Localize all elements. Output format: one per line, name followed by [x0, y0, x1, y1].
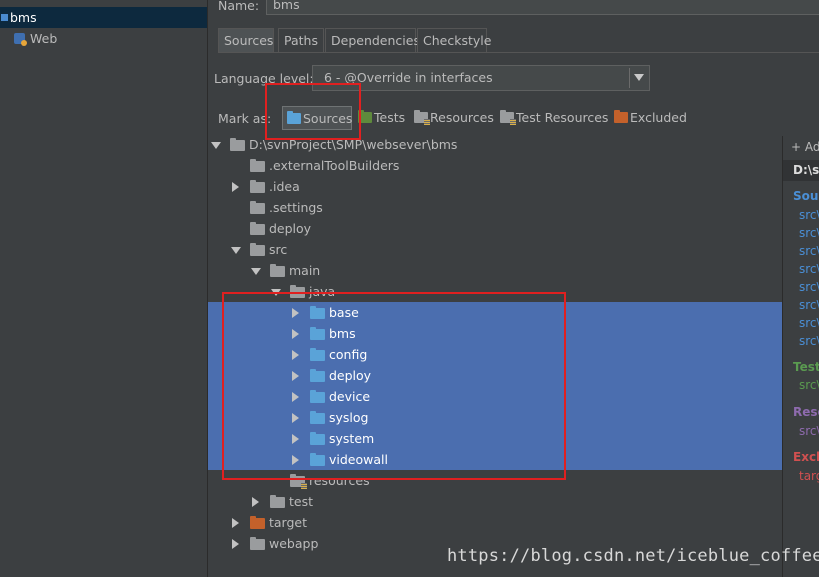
mark-tests-button[interactable]: Tests	[356, 106, 408, 130]
tab-dependencies[interactable]: Dependencies	[325, 28, 420, 52]
source-folder-entry[interactable]: src\	[799, 298, 819, 312]
tree-item-label: deploy	[269, 221, 312, 236]
tree-item-test[interactable]: test	[208, 491, 782, 512]
test-resources-folder-icon	[500, 110, 516, 125]
tree-item-label: main	[289, 263, 321, 278]
expand-caret-icon[interactable]	[231, 247, 241, 254]
tree-item-label: target	[269, 515, 308, 530]
watermark: https://blog.csdn.net/iceblue_coffee	[447, 546, 819, 566]
tree-item-idea[interactable]: .idea	[208, 176, 782, 197]
source-folder-entry[interactable]: src\	[799, 262, 819, 276]
test-folders-title: Test	[793, 360, 819, 374]
content-root-path: D:\sv	[793, 163, 819, 177]
folder-icon	[250, 537, 265, 550]
source-folder-entry[interactable]: src\	[799, 334, 819, 348]
tree-item-src[interactable]: src	[208, 239, 782, 260]
folder-icon	[270, 495, 285, 508]
tree-item-externaltoolbuilders[interactable]: .externalToolBuilders	[208, 155, 782, 176]
expand-caret-icon[interactable]	[232, 182, 239, 192]
mark-excluded-button[interactable]: Excluded	[612, 106, 687, 130]
source-folder-entry[interactable]: src\	[799, 316, 819, 330]
module-icon	[1, 14, 8, 21]
chevron-down-icon[interactable]	[634, 74, 644, 81]
mark-resources-button[interactable]: Resources	[412, 106, 494, 130]
expand-caret-icon[interactable]	[211, 142, 221, 149]
tab-divider	[218, 52, 819, 53]
source-folder-entry[interactable]: src\	[799, 280, 819, 294]
web-facet-icon	[14, 33, 27, 46]
expand-caret-icon[interactable]	[232, 518, 239, 528]
folder-icon	[250, 243, 265, 256]
highlight-box	[222, 292, 566, 480]
source-folder-entry[interactable]: src\	[799, 244, 819, 258]
folder-icon	[230, 138, 245, 151]
resource-folder-entry[interactable]: src\	[799, 424, 819, 438]
excluded-folder-entry[interactable]: targ	[799, 469, 819, 483]
mark-resources-label: Resources	[430, 110, 494, 125]
expand-caret-icon[interactable]	[232, 539, 239, 549]
mark-tests-label: Tests	[374, 110, 406, 125]
mark-as-label: Mark as:	[218, 111, 272, 126]
mark-test-resources-label: Test Resources	[516, 110, 609, 125]
folder-icon	[250, 201, 265, 214]
module-item-web[interactable]: Web	[0, 28, 207, 49]
tree-item-label: test	[289, 494, 314, 509]
tree-item-target[interactable]: target	[208, 512, 782, 533]
dropdown-divider	[629, 68, 630, 88]
add-content-root-button[interactable]: + Ad	[791, 140, 819, 154]
folder-icon	[250, 159, 265, 172]
expand-caret-icon[interactable]	[252, 497, 259, 507]
tree-item-main[interactable]: main	[208, 260, 782, 281]
source-folders-title: Sour	[793, 189, 819, 203]
highlight-box	[265, 83, 361, 140]
folder-icon	[250, 180, 265, 193]
excluded-folders-title: Exclu	[793, 450, 819, 464]
module-item-bms[interactable]: bms	[0, 7, 207, 28]
module-label: Web	[30, 31, 58, 46]
language-level-dropdown[interactable]: 6 - @Override in interfaces	[312, 65, 650, 91]
expand-caret-icon[interactable]	[251, 268, 261, 275]
content-roots-panel: + Ad D:\sv Sour src\ src\ src\ src\ src\…	[782, 136, 819, 577]
tab-sources[interactable]: Sources	[218, 28, 274, 52]
tree-item-label: src	[269, 242, 288, 257]
module-label: bms	[10, 10, 37, 25]
tab-checkstyle[interactable]: Checkstyle	[417, 28, 491, 52]
source-folder-entry[interactable]: src\	[799, 208, 819, 222]
excluded-folder-icon	[250, 516, 265, 529]
tree-item-label: .externalToolBuilders	[269, 158, 400, 173]
tree-item-label: .idea	[269, 179, 300, 194]
tree-item-label: .settings	[269, 200, 323, 215]
source-folder-entry[interactable]: src\	[799, 226, 819, 240]
name-label: Name:	[218, 0, 260, 13]
resource-folders-title: Reso	[793, 405, 819, 419]
folder-icon	[250, 222, 265, 235]
module-name-field[interactable]: bms	[266, 0, 819, 15]
tab-paths[interactable]: Paths	[278, 28, 324, 52]
folder-icon	[270, 264, 285, 277]
tree-item-settings[interactable]: .settings	[208, 197, 782, 218]
resources-folder-icon	[414, 110, 430, 125]
tree-item-label: webapp	[269, 536, 319, 551]
tree-item-deploy[interactable]: deploy	[208, 218, 782, 239]
mark-test-resources-button[interactable]: Test Resources	[498, 106, 608, 130]
module-pane: bms Web	[0, 0, 208, 577]
excluded-folder-icon	[614, 110, 628, 123]
test-folder-entry[interactable]: src\	[799, 378, 819, 392]
mark-excluded-label: Excluded	[630, 110, 687, 125]
